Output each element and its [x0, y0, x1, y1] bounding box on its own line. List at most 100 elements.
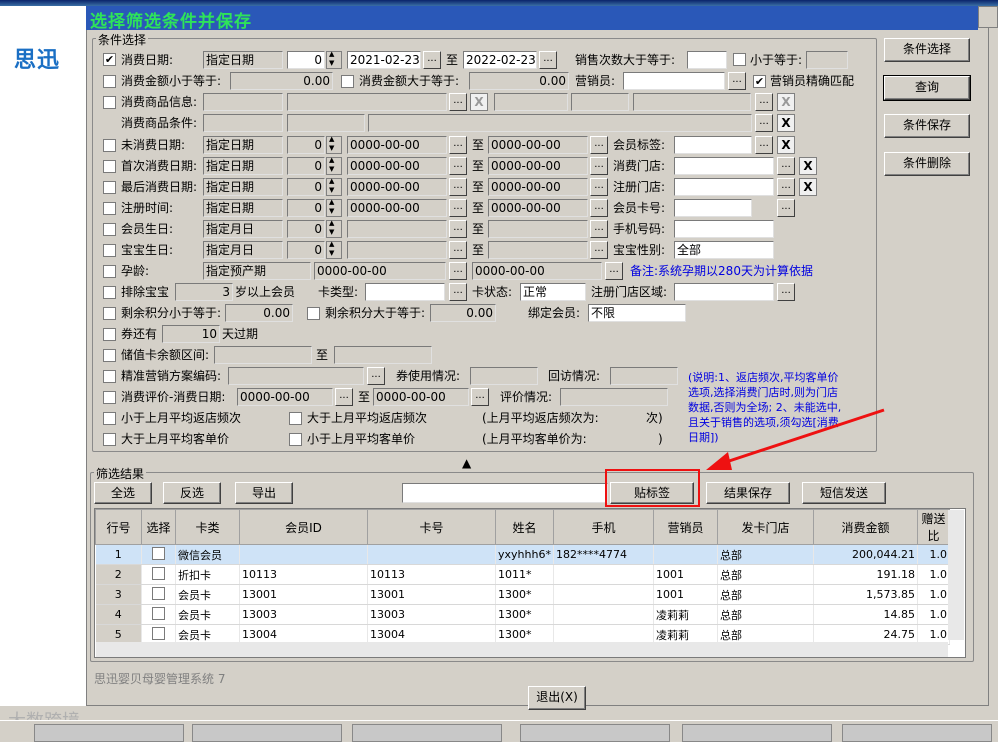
lt-freq-checkbox[interactable]: [103, 412, 116, 425]
precise-code-checkbox[interactable]: [103, 370, 116, 383]
evaluation-checkbox[interactable]: [103, 391, 116, 404]
offset-spinner[interactable]: [326, 177, 342, 196]
member-tag-picker-button[interactable]: ...: [755, 136, 773, 154]
goods-info-input-5[interactable]: [633, 93, 751, 111]
baby-birthday-checkbox[interactable]: [103, 244, 116, 257]
baby-birthday-to[interactable]: [488, 241, 588, 259]
date-picker-button[interactable]: ...: [590, 136, 608, 154]
goods-info-input-3[interactable]: [494, 93, 568, 111]
date-picker-button[interactable]: ...: [590, 220, 608, 238]
export-button[interactable]: 导出: [235, 482, 293, 504]
member-card-picker-button[interactable]: ...: [777, 199, 795, 217]
select-all-button[interactable]: 全选: [94, 482, 152, 504]
column-header[interactable]: 选择: [141, 509, 176, 545]
card-type-picker-button[interactable]: ...: [449, 283, 467, 301]
count-ge-input[interactable]: [687, 51, 727, 69]
column-header[interactable]: 会员ID: [239, 509, 368, 545]
last-consume-mode[interactable]: 指定日期: [203, 178, 283, 196]
last-consume-from[interactable]: 0000-00-00: [347, 178, 447, 196]
card-state-select[interactable]: 正常: [520, 283, 586, 301]
date-picker-button[interactable]: ...: [449, 157, 467, 175]
date-picker-button[interactable]: ...: [605, 262, 623, 280]
bind-member-select[interactable]: 不限: [588, 304, 686, 322]
no-consume-checkbox[interactable]: [103, 139, 116, 152]
table-row[interactable]: 3 会员卡 13001 13001 1300* 1001 总部 1,573.85 1.0: [95, 584, 950, 605]
consume-date-offset[interactable]: 0: [287, 51, 325, 69]
taskbar-item[interactable]: [682, 724, 832, 742]
member-birthday-offset[interactable]: 0: [287, 220, 325, 238]
exit-button[interactable]: 退出(X): [528, 686, 586, 710]
column-header[interactable]: 卡号: [367, 509, 496, 545]
baby-birthday-from[interactable]: [347, 241, 447, 259]
condition-select-button[interactable]: 条件选择: [884, 38, 970, 62]
member-birthday-from[interactable]: [347, 220, 447, 238]
table-row[interactable]: 1 微信会员 yxyhhh6* 182****4774 总部 200,044.21 1.0: [95, 544, 950, 565]
column-header[interactable]: 发卡门店: [716, 509, 814, 545]
member-card-input[interactable]: [674, 199, 752, 217]
offset-spinner[interactable]: [326, 219, 342, 238]
lt-eq-input[interactable]: [806, 51, 848, 69]
goods-picker-button[interactable]: ...: [449, 93, 467, 111]
goods-clear-button[interactable]: X: [470, 93, 488, 111]
date-picker-button[interactable]: ...: [449, 220, 467, 238]
checkbox[interactable]: [152, 566, 165, 580]
pregnancy-from[interactable]: 0000-00-00: [314, 262, 446, 280]
goods-info-checkbox[interactable]: [103, 96, 116, 109]
goods-clear-button-2[interactable]: X: [777, 93, 795, 111]
pregnancy-checkbox[interactable]: [103, 265, 116, 278]
amount-ge-input[interactable]: 0.00: [469, 72, 569, 90]
vertical-scrollbar[interactable]: [948, 510, 964, 640]
visit-input[interactable]: [610, 367, 678, 385]
taskbar-item[interactable]: [352, 724, 502, 742]
goods-info-input[interactable]: [203, 93, 283, 111]
stored-value-checkbox[interactable]: [103, 349, 116, 362]
row-select-checkbox[interactable]: [141, 584, 176, 605]
date-picker-button[interactable]: ...: [590, 157, 608, 175]
collapse-arrow-icon[interactable]: ▲: [462, 456, 471, 470]
date-picker-button[interactable]: ...: [590, 199, 608, 217]
date-picker-button[interactable]: ...: [449, 178, 467, 196]
horizontal-scrollbar[interactable]: [96, 642, 948, 657]
lt-price-checkbox[interactable]: [289, 433, 302, 446]
goods-info-input-2[interactable]: [287, 93, 447, 111]
date-picker-button[interactable]: ...: [590, 178, 608, 196]
salesman-picker-button[interactable]: ...: [728, 72, 746, 90]
no-consume-from[interactable]: 0000-00-00: [347, 136, 447, 154]
eval-status-input[interactable]: [560, 388, 668, 406]
column-header[interactable]: 姓名: [495, 509, 554, 545]
no-consume-mode[interactable]: 指定日期: [203, 136, 283, 154]
date-picker-button[interactable]: ...: [449, 136, 467, 154]
row-select-checkbox[interactable]: [141, 544, 176, 565]
member-tag-clear-button[interactable]: X: [777, 136, 795, 154]
card-type-input[interactable]: [365, 283, 445, 301]
offset-spinner[interactable]: [326, 135, 342, 154]
reg-time-mode[interactable]: 指定日期: [203, 199, 283, 217]
offset-spinner[interactable]: [326, 50, 342, 69]
evaluation-from[interactable]: 0000-00-00: [237, 388, 333, 406]
row-select-checkbox[interactable]: [141, 604, 176, 625]
results-table[interactable]: 行号 选择 卡类 会员ID 卡号 姓名 手机 营销员 发卡门店 消费金额 赠送比 1 微信会员 yxyh…: [94, 508, 966, 658]
date-picker-button[interactable]: ...: [423, 51, 441, 69]
salesman-exact-checkbox[interactable]: ✔: [753, 75, 766, 88]
last-consume-offset[interactable]: 0: [287, 178, 325, 196]
reg-time-from[interactable]: 0000-00-00: [347, 199, 447, 217]
baby-gender-select[interactable]: 全部: [674, 241, 774, 259]
member-birthday-to[interactable]: [488, 220, 588, 238]
date-picker-button[interactable]: ...: [335, 388, 353, 406]
last-consume-checkbox[interactable]: [103, 181, 116, 194]
points-ge-input[interactable]: 0.00: [430, 304, 496, 322]
age-input[interactable]: 3: [175, 283, 233, 301]
checkbox[interactable]: [152, 606, 165, 620]
column-header[interactable]: 卡类: [175, 509, 240, 545]
coupon-days-input[interactable]: 10: [162, 325, 220, 343]
no-consume-offset[interactable]: 0: [287, 136, 325, 154]
offset-spinner[interactable]: [326, 240, 342, 259]
column-header[interactable]: 行号: [95, 509, 142, 545]
date-picker-button[interactable]: ...: [590, 241, 608, 259]
goods-info-input-4[interactable]: [571, 93, 629, 111]
condition-save-button[interactable]: 条件保存: [884, 114, 970, 138]
last-consume-to[interactable]: 0000-00-00: [488, 178, 588, 196]
goods-cond-clear-button[interactable]: X: [777, 114, 795, 132]
coupon-usage-input[interactable]: [470, 367, 538, 385]
column-header[interactable]: 手机: [552, 509, 654, 545]
